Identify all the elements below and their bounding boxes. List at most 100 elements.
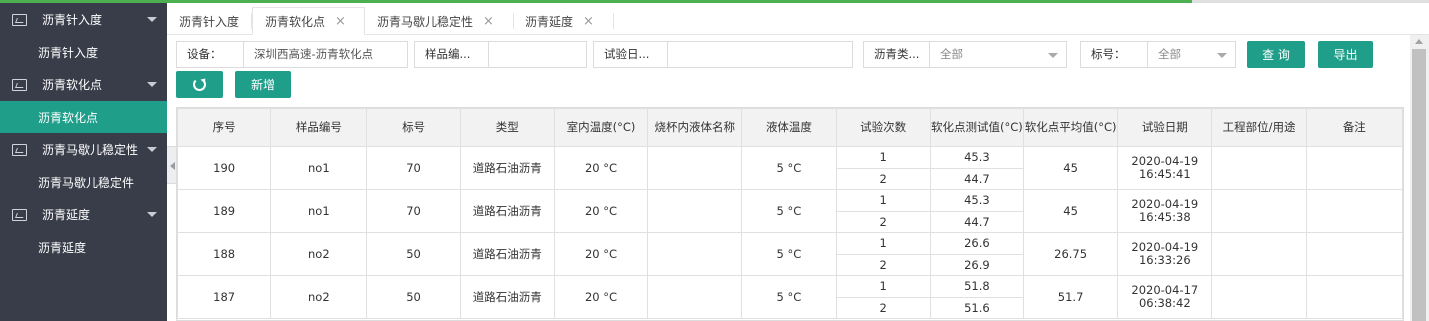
cell-date: 2020-04-17 06:38:42 xyxy=(1117,275,1213,319)
export-button[interactable]: 导出 xyxy=(1318,41,1373,68)
chart-icon xyxy=(12,78,27,91)
sidebar-item-softening[interactable]: 沥青软化点 xyxy=(0,101,167,133)
sidebar-group-marshall[interactable]: 沥青马歇儿稳定性 xyxy=(0,133,167,166)
table-row[interactable]: 189 no1 70 道路石油沥青 20 °C 5 °C 1 45.3 45 2… xyxy=(177,189,1403,233)
sidebar-group-label: 沥青延度 xyxy=(42,208,91,222)
table-row[interactable]: 187 no2 50 道路石油沥青 20 °C 5 °C 1 51.8 51.7… xyxy=(177,275,1403,319)
grade-value[interactable]: 全部 xyxy=(1148,42,1235,67)
cell-date: 2020-04-19 16:45:38 xyxy=(1117,189,1213,233)
cell-liquid-temp: 5 °C xyxy=(741,275,837,319)
tab-softening[interactable]: 沥青软化点 × xyxy=(252,7,365,35)
asphalt-type-select[interactable]: 沥青类... 全部 xyxy=(863,41,1067,68)
cell-part xyxy=(1211,275,1307,319)
cell-trial: 1 xyxy=(835,189,931,212)
cell-part xyxy=(1211,189,1307,233)
tab-penetration[interactable]: 沥青针入度 xyxy=(167,7,251,35)
cell-part xyxy=(1211,146,1307,190)
cell-test-value: 45.3 xyxy=(929,146,1024,169)
column-header: 工程部位/用途 xyxy=(1211,108,1307,147)
column-header: 试验次数 xyxy=(835,108,931,147)
cell-trial: 1 xyxy=(835,146,931,169)
chevron-down-icon xyxy=(1217,53,1227,58)
refresh-icon xyxy=(193,78,206,91)
cell-seq: 189 xyxy=(177,189,272,233)
sidebar: 沥青针入度 沥青针入度 沥青软化点 沥青软化点 沥青马歇儿稳定性 沥青马歇儿稳定… xyxy=(0,3,167,321)
cell-average: 45 xyxy=(1022,146,1119,190)
scrollbar-thumb[interactable] xyxy=(1412,49,1426,321)
cell-grade: 50 xyxy=(366,275,461,319)
column-header: 备注 xyxy=(1305,108,1403,147)
cell-liquid xyxy=(647,275,743,319)
tab-label: 沥青针入度 xyxy=(179,14,240,29)
column-header: 标号 xyxy=(366,108,461,147)
chevron-down-icon xyxy=(147,82,157,87)
cell-seq: 187 xyxy=(177,275,272,319)
asphalt-type-value[interactable]: 全部 xyxy=(930,42,1066,67)
cell-trial: 2 xyxy=(835,296,931,319)
tab-label: 沥青软化点 xyxy=(265,14,326,29)
add-button[interactable]: 新增 xyxy=(235,71,291,98)
table-row[interactable]: 190 no1 70 道路石油沥青 20 °C 5 °C 1 45.3 45 2… xyxy=(177,146,1403,190)
cell-trial: 1 xyxy=(835,275,931,298)
cell-sample: no1 xyxy=(270,189,368,233)
tab-marshall[interactable]: 沥青马歇儿稳定性 × xyxy=(365,7,513,35)
close-icon[interactable]: × xyxy=(483,14,494,29)
cell-grade: 70 xyxy=(366,189,461,233)
query-button[interactable]: 查 询 xyxy=(1247,41,1305,68)
column-header: 软化点测试值(°C) xyxy=(929,108,1024,147)
cell-date: 2020-04-19 16:33:26 xyxy=(1117,232,1213,276)
sidebar-group-label: 沥青针入度 xyxy=(42,13,103,27)
data-table: 序号 样品编号 标号 类型 室内温度(°C) 烧杯内液体名称 液体温度 试验次数… xyxy=(176,107,1404,321)
date-field[interactable]: 试验日... xyxy=(593,41,853,68)
sidebar-item-ductility[interactable]: 沥青延度 xyxy=(0,231,167,263)
cell-average: 51.7 xyxy=(1022,275,1119,319)
column-header: 液体温度 xyxy=(741,108,837,147)
column-header: 试验日期 xyxy=(1117,108,1213,147)
refresh-button[interactable] xyxy=(176,71,223,98)
sidebar-group-penetration[interactable]: 沥青针入度 xyxy=(0,3,167,36)
close-icon[interactable]: × xyxy=(335,14,346,29)
date-input[interactable] xyxy=(668,42,852,67)
sidebar-group-ductility[interactable]: 沥青延度 xyxy=(0,198,167,231)
sample-field[interactable]: 样品编... xyxy=(414,41,587,68)
vertical-scrollbar[interactable] xyxy=(1410,35,1429,321)
sidebar-item-marshall[interactable]: 沥青马歇儿稳定件 xyxy=(0,166,167,198)
cell-type: 道路石油沥青 xyxy=(459,189,555,233)
tab-label: 沥青延度 xyxy=(525,14,574,29)
sample-input[interactable] xyxy=(489,42,586,67)
chart-icon xyxy=(12,13,27,26)
cell-sample: no2 xyxy=(270,275,368,319)
tab-ductility[interactable]: 沥青延度 × xyxy=(513,7,613,35)
close-icon[interactable]: × xyxy=(583,14,594,29)
cell-test-value: 26.9 xyxy=(929,253,1024,276)
cell-trial: 2 xyxy=(835,167,931,190)
cell-seq: 188 xyxy=(177,232,272,276)
column-header: 类型 xyxy=(459,108,555,147)
table-row[interactable]: 188 no2 50 道路石油沥青 20 °C 5 °C 1 26.6 26.7… xyxy=(177,232,1403,276)
cell-test-value: 44.7 xyxy=(929,167,1024,190)
grade-select[interactable]: 标号： 全部 xyxy=(1080,41,1236,68)
cell-test-value: 51.6 xyxy=(929,296,1024,319)
cell-type: 道路石油沥青 xyxy=(459,146,555,190)
cell-trial: 2 xyxy=(835,210,931,233)
chevron-down-icon xyxy=(147,17,157,22)
device-value[interactable]: 深圳西高速-沥青软化点 xyxy=(244,42,407,67)
column-header: 样品编号 xyxy=(270,108,368,147)
cell-room-temp: 20 °C xyxy=(553,189,649,233)
cell-room-temp: 20 °C xyxy=(553,146,649,190)
sidebar-group-softening[interactable]: 沥青软化点 xyxy=(0,68,167,101)
asphalt-type-label: 沥青类... xyxy=(864,42,930,67)
scroll-up-icon[interactable] xyxy=(1415,39,1423,44)
sidebar-group-label: 沥青马歇儿稳定性 xyxy=(42,143,139,157)
cell-liquid xyxy=(647,189,743,233)
column-header: 序号 xyxy=(177,108,272,147)
cell-test-value: 44.7 xyxy=(929,210,1024,233)
tab-label: 沥青马歇儿稳定性 xyxy=(377,14,474,29)
column-header: 软化点平均值(°C) xyxy=(1022,108,1119,147)
chart-icon xyxy=(12,143,27,156)
chevron-down-icon xyxy=(147,212,157,217)
cell-liquid xyxy=(647,146,743,190)
grade-label: 标号： xyxy=(1081,42,1148,67)
device-select[interactable]: 设备： 深圳西高速-沥青软化点 xyxy=(176,41,408,68)
sidebar-item-penetration[interactable]: 沥青针入度 xyxy=(0,36,167,68)
